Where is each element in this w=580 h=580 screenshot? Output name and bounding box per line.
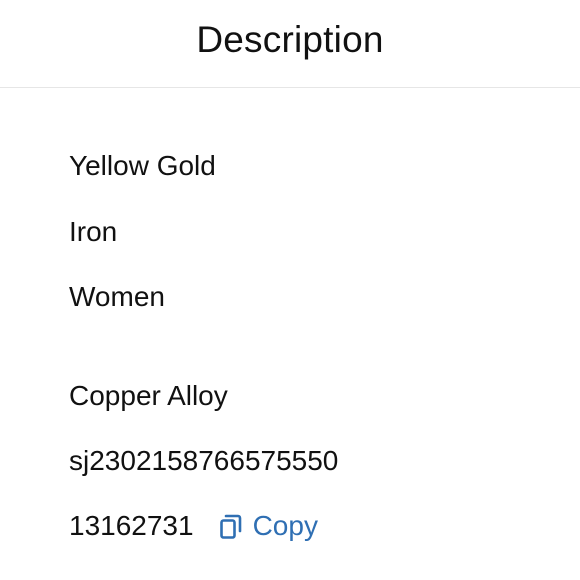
detail-item-number: 13162731 xyxy=(69,510,194,541)
copy-label: Copy xyxy=(252,510,318,541)
page-title: Description xyxy=(196,19,384,60)
copy-icon xyxy=(219,512,243,540)
detail-gender: Women xyxy=(69,281,165,312)
header-bar: Description xyxy=(0,0,580,88)
detail-color: Yellow Gold xyxy=(69,150,216,181)
detail-sku: sj2302158766575550 xyxy=(69,445,339,476)
copy-button[interactable]: Copy xyxy=(219,509,318,543)
description-screen: Description Yellow Gold Iron Women Coppe… xyxy=(0,0,580,580)
detail-material-alloy: Copper Alloy xyxy=(69,380,228,411)
detail-item-number-row: 13162731 Copy xyxy=(69,509,318,543)
detail-material-base: Iron xyxy=(69,216,118,247)
